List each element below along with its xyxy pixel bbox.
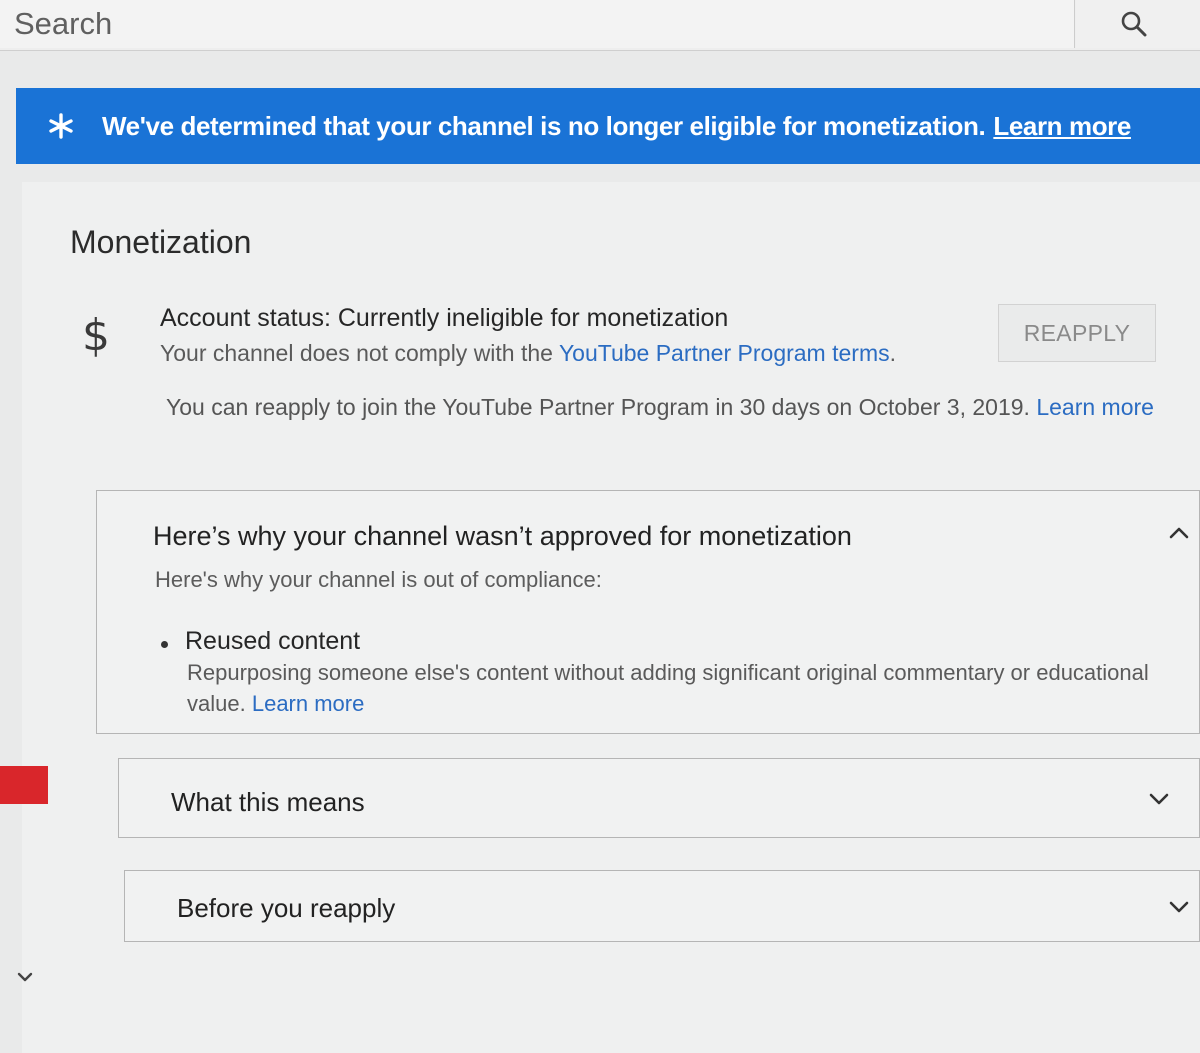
reason-learn-more-link[interactable]: Learn more xyxy=(252,691,365,716)
chevron-down-icon[interactable] xyxy=(14,966,36,988)
account-status-title: Account status: Currently ineligible for… xyxy=(160,304,729,332)
ineligible-banner: We've determined that your channel is no… xyxy=(16,88,1200,164)
account-status-detail: Your channel does not comply with the Yo… xyxy=(160,340,896,367)
reason-description: Repurposing someone else's content witho… xyxy=(187,657,1187,719)
search-bar xyxy=(0,0,1200,51)
accordion-why-not-approved: Here’s why your channel wasn’t approved … xyxy=(96,490,1200,734)
banner-learn-more-link[interactable]: Learn more xyxy=(993,111,1131,142)
accordion-before-you-reapply[interactable]: Before you reapply xyxy=(124,870,1200,942)
accordion-means-title: What this means xyxy=(171,787,365,817)
chevron-up-icon[interactable] xyxy=(1167,521,1191,545)
chevron-down-icon[interactable] xyxy=(1147,787,1171,811)
reapply-button[interactable]: REAPPLY xyxy=(998,304,1156,362)
star-icon xyxy=(46,111,76,141)
status-detail-prefix: Your channel does not comply with the xyxy=(160,340,559,366)
search-input[interactable] xyxy=(0,0,1075,48)
accordion-what-this-means[interactable]: What this means xyxy=(118,758,1200,838)
bullet-icon xyxy=(161,641,168,648)
page-title: Monetization xyxy=(70,224,252,260)
chevron-down-icon[interactable] xyxy=(1167,895,1191,919)
search-button[interactable] xyxy=(1076,0,1200,48)
status-detail-suffix: . xyxy=(889,340,896,366)
accordion-why-title[interactable]: Here’s why your channel wasn’t approved … xyxy=(153,521,852,552)
reason-title: Reused content xyxy=(185,627,361,655)
accordion-before-title: Before you reapply xyxy=(177,893,396,923)
monetization-card: Monetization $ Account status: Currently… xyxy=(22,182,1200,1053)
search-icon xyxy=(1121,11,1147,37)
banner-message: We've determined that your channel is no… xyxy=(102,110,986,141)
reapply-note-text: You can reapply to join the YouTube Part… xyxy=(166,394,1030,420)
reapply-learn-more-link[interactable]: Learn more xyxy=(1036,394,1154,420)
accordion-why-subtitle: Here's why your channel is out of compli… xyxy=(155,567,602,592)
dollar-icon: $ xyxy=(82,310,110,361)
partner-program-terms-link[interactable]: YouTube Partner Program terms xyxy=(559,340,890,366)
reapply-note: You can reapply to join the YouTube Part… xyxy=(166,394,1154,421)
sidebar-active-indicator xyxy=(0,766,48,804)
